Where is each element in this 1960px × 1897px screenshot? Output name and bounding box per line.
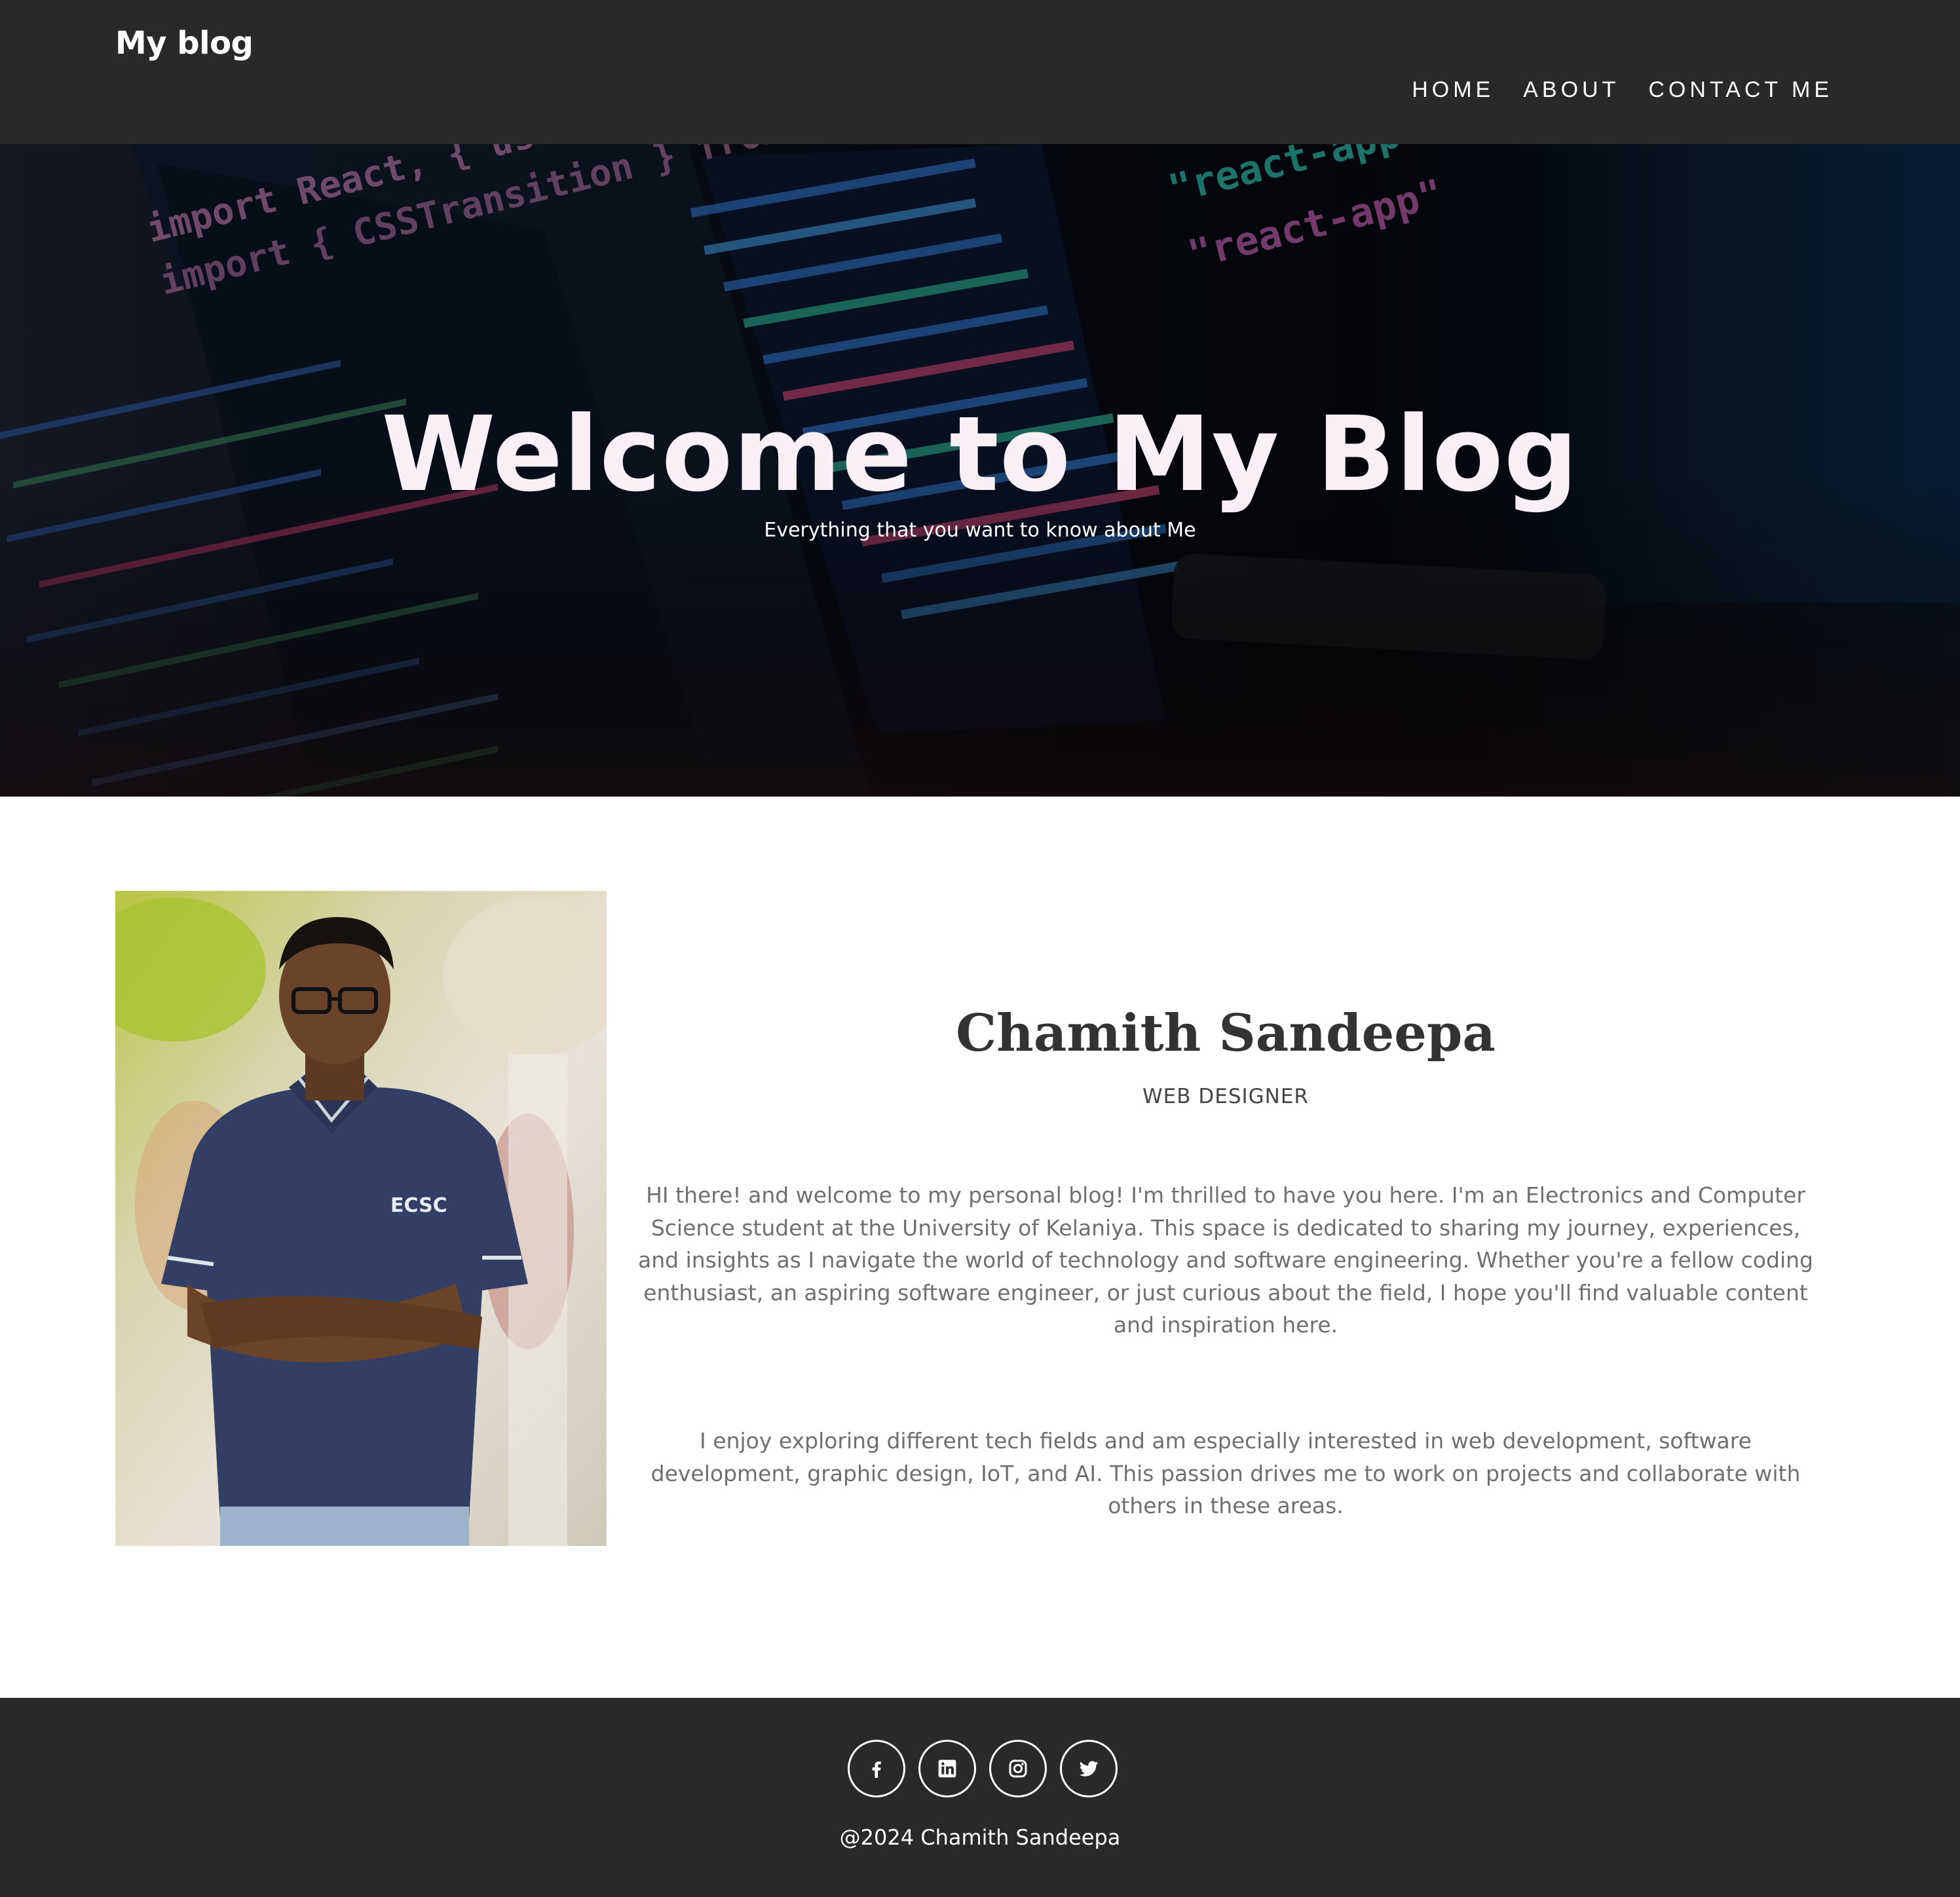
twitter-icon <box>1079 1761 1099 1776</box>
about-paragraph-interests: I enjoy exploring different tech fields … <box>650 1428 1801 1518</box>
nav-link-contact[interactable]: CONTACT ME <box>1648 77 1833 103</box>
author-role: WEB DESIGNER <box>1142 1085 1309 1108</box>
instagram-button[interactable] <box>989 1740 1047 1797</box>
instagram-icon <box>1009 1759 1027 1778</box>
hero-subtitle: Everything that you want to know about M… <box>764 519 1196 542</box>
footer: @2024 Chamith Sandeepa <box>0 1698 1960 1897</box>
hero-title: Welcome to My Blog <box>381 394 1579 515</box>
twitter-button[interactable] <box>1060 1740 1118 1797</box>
facebook-icon <box>872 1761 881 1778</box>
about-paragraph-intro: HI there! and welcome to my personal blo… <box>638 1182 1813 1338</box>
copyright-text: @2024 Chamith Sandeepa <box>839 1825 1121 1850</box>
nav-link-home[interactable]: HOME <box>1412 77 1494 103</box>
linkedin-button[interactable] <box>918 1740 976 1797</box>
facebook-button[interactable] <box>848 1740 905 1797</box>
profile-photo: ECSC <box>115 891 607 1546</box>
linkedin-icon <box>938 1759 956 1778</box>
shirt-logo: ECSC <box>390 1194 447 1217</box>
brand-logo[interactable]: My blog <box>115 25 254 62</box>
navbar: My blog HOME ABOUT CONTACT ME <box>0 0 1960 144</box>
author-name: Chamith Sandeepa <box>956 1004 1496 1063</box>
nav-link-about[interactable]: ABOUT <box>1523 77 1619 103</box>
social-links <box>848 1740 1118 1797</box>
nav-links: HOME ABOUT CONTACT ME <box>1412 77 1833 103</box>
hero-banner: import React, { useState, useE import { … <box>0 144 1960 797</box>
